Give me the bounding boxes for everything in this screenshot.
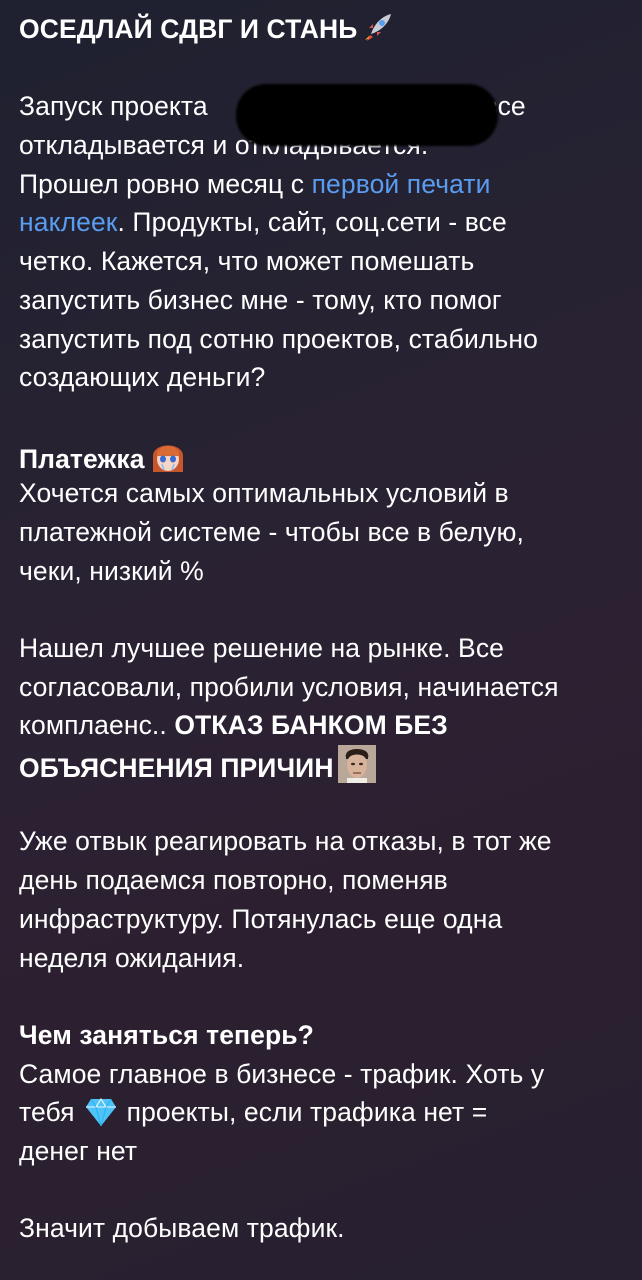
post-title: ОСЕДЛАЙ СДВГ И СТАНЬ [19,10,626,49]
sticker-print-link[interactable]: первой печати [312,169,491,199]
section-heading: Чем заняться теперь? [19,1019,314,1050]
rocket-icon [361,10,395,55]
paragraph-line: наклеек. Продукты, сайт, соц.сети - все [19,207,507,238]
redaction-blot [236,84,498,146]
paragraph-line: тебя проекты, если трафика нет = [19,1093,626,1132]
bateman-face-icon [337,745,376,794]
paragraph-line: Значит добываем трафик. [19,1213,345,1244]
paragraph-line: инфраструктуру. Потянулась еще одна [19,903,503,934]
paragraph-line: согласовали, пробили условия, начинается [19,671,559,702]
paragraph-line: Прошел ровно месяц с первой печати [19,168,491,199]
paragraph-line: Нашел лучшее решение на рынке. Все [19,633,505,663]
sticker-print-link-cont[interactable]: наклеек [19,207,118,237]
paragraph-line: неделя ожидания. [19,942,245,973]
section-heading: Платежка [19,436,626,475]
paragraph-line: четко. Кажется, что может помешать [19,246,475,277]
paragraph-line: платежной системе - чтобы все в белую, [19,516,524,547]
paragraph-line: запустить под сотню проектов, стабильно [19,323,538,354]
paragraph-line: Самое главное в бизнесе - трафик. Хоть у [19,1058,545,1089]
paragraph-line: день подаемся повторно, поменяв [19,865,448,896]
paragraph-line: Уже отвык реагировать на отказы, в тот ж… [19,826,552,857]
paragraph-line: денег нет [19,1135,138,1166]
paragraph-line: создающих деньги? [19,362,266,393]
paragraph-line: ОБЪЯСНЕНИЯ ПРИЧИН [19,745,626,784]
paragraph-line: чеки, низкий % [19,555,204,586]
paragraph-line: Хочется самых оптимальных условий в [19,478,509,509]
paragraph-line: запустить бизнес мне - тому, кто помог [19,284,502,315]
paragraph-line: комплаенс.. ОТКАЗ БАНКОМ БЕЗ [19,710,448,741]
telegram-post: ОСЕДЛАЙ СДВГ И СТАНЬ Запуск проекта все о… [0,0,642,1280]
